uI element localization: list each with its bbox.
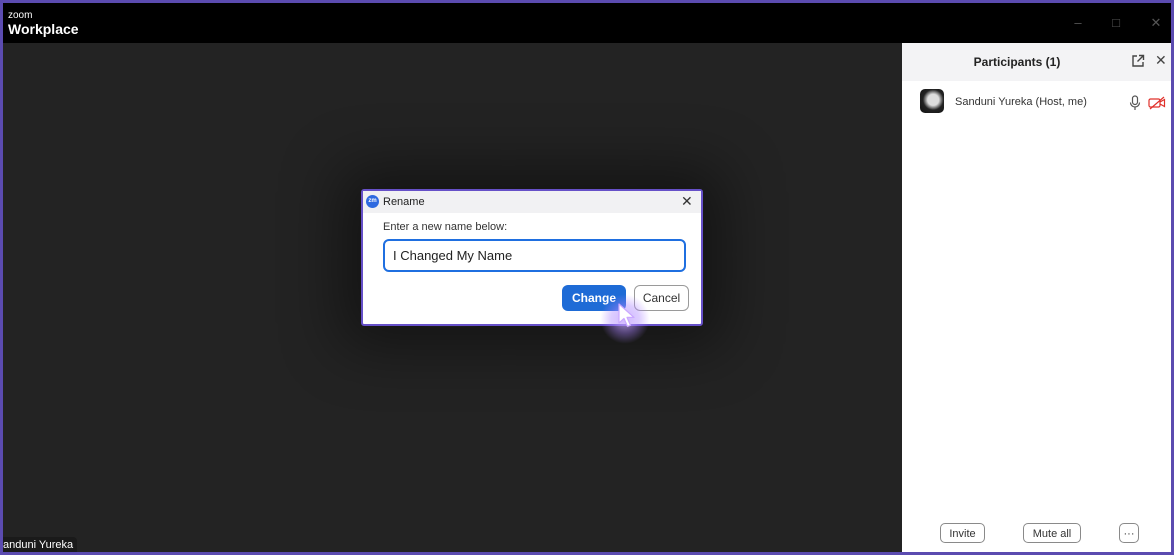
close-icon[interactable]: ✕ [1155,53,1167,67]
video-name-tag: anduni Yureka [3,537,78,552]
maximize-icon[interactable]: □ [1106,13,1126,33]
participants-panel: Participants (1) ✕ Sanduni Yureka (Host,… [902,43,1171,552]
dialog-close-icon[interactable]: ✕ [681,194,693,208]
rename-prompt: Enter a new name below: [383,221,508,233]
avatar [920,89,944,113]
cancel-button[interactable]: Cancel [634,285,689,311]
dialog-title: Rename [383,196,425,208]
zoom-app-icon: zm [366,195,379,208]
title-bar: zoom Workplace – □ ✕ [3,3,1171,43]
dialog-title-bar: zm Rename ✕ [363,191,701,213]
minimize-icon[interactable]: – [1068,13,1088,33]
mute-all-button[interactable]: Mute all [1023,523,1081,543]
brand-logo-name: Workplace [8,21,79,37]
participants-title: Participants (1) [973,55,1061,69]
invite-button[interactable]: Invite [940,523,985,543]
participant-name: Sanduni Yureka (Host, me) [955,96,1087,108]
change-button[interactable]: Change [562,285,626,311]
new-name-input[interactable] [383,239,686,272]
mic-icon[interactable] [1129,95,1141,111]
camera-off-icon[interactable] [1148,96,1166,110]
popout-icon[interactable] [1131,54,1145,68]
participants-header: Participants (1) ✕ [902,43,1171,81]
participant-row[interactable]: Sanduni Yureka (Host, me) [902,87,1171,119]
rename-dialog: zm Rename ✕ Enter a new name below: Chan… [361,189,703,326]
brand-logo-small: zoom [8,10,33,21]
more-options-button[interactable]: ··· [1119,523,1139,543]
window-close-icon[interactable]: ✕ [1146,13,1166,33]
